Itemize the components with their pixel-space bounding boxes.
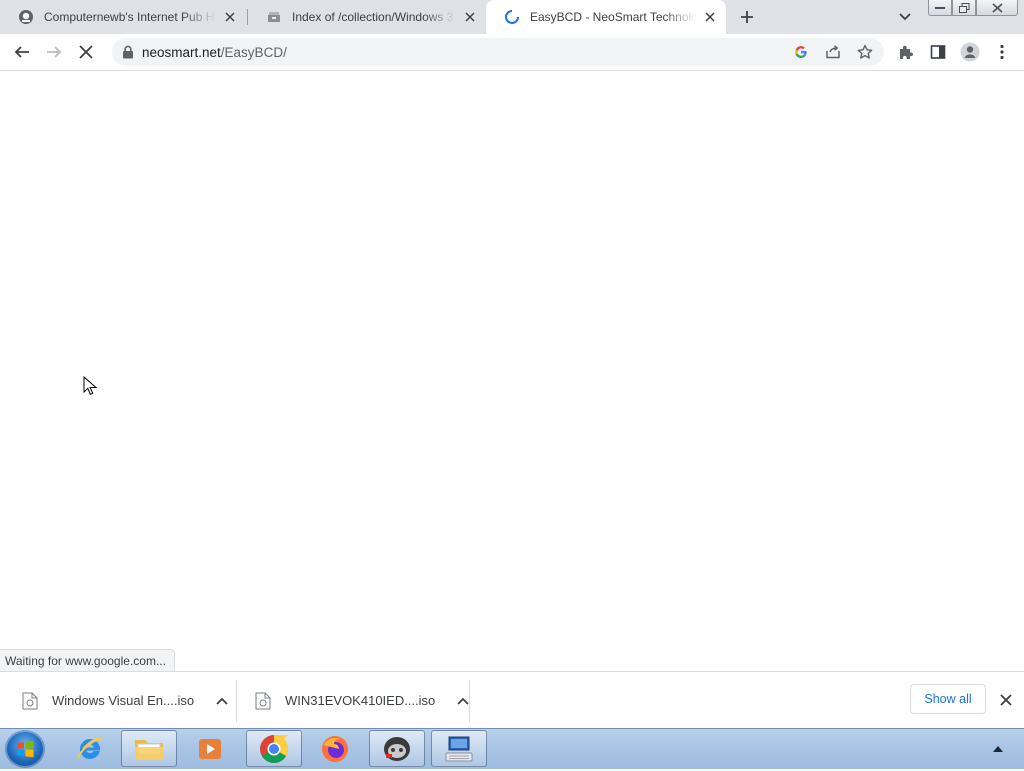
url-path: /EasyBCD/	[220, 45, 287, 60]
plus-icon	[741, 11, 753, 23]
profile-avatar-icon	[960, 42, 980, 62]
folder-icon	[135, 739, 163, 760]
tab-strip: Computernewb's Internet Pub Hub Index of…	[0, 0, 1024, 34]
taskbar-qemu-app[interactable]	[369, 730, 425, 767]
chrome-icon	[260, 734, 288, 763]
profile-button[interactable]	[958, 40, 982, 64]
download-item[interactable]: Windows Visual En....iso	[22, 672, 230, 729]
triangle-up-icon	[993, 746, 1003, 752]
close-icon	[991, 2, 1003, 13]
start-button[interactable]	[5, 730, 45, 768]
show-all-downloads-button[interactable]: Show all	[910, 684, 986, 714]
tab-title: EasyBCD - NeoSmart Technologies	[530, 10, 696, 24]
side-panel-button[interactable]	[926, 40, 950, 64]
windows-logo-icon	[17, 740, 34, 758]
mouse-pointer-icon	[83, 376, 97, 395]
status-bubble: Waiting for www.google.com...	[0, 649, 175, 672]
media-player-icon	[199, 738, 221, 759]
url-host: neosmart.net	[142, 45, 221, 60]
loading-spinner-icon	[504, 9, 520, 25]
pub-hub-favicon-icon	[18, 9, 34, 25]
taskbar-media-player[interactable]	[182, 730, 238, 767]
page-content	[0, 71, 1024, 671]
tab-title: Computernewb's Internet Pub Hub	[44, 10, 216, 24]
browser-toolbar: neosmart.net/EasyBCD/	[0, 34, 1024, 71]
taskbar	[0, 728, 1024, 769]
file-icon	[22, 692, 38, 709]
back-button[interactable]	[10, 40, 34, 64]
chrome-menu-button[interactable]	[990, 40, 1014, 64]
download-filename: WIN31EVOK410IED....iso	[285, 693, 436, 708]
extensions-button[interactable]	[894, 40, 918, 64]
close-tab-icon[interactable]	[702, 9, 718, 25]
download-separator	[469, 680, 470, 722]
download-shelf: Windows Visual En....iso WIN31EVOK410IED…	[0, 671, 1024, 729]
bookmark-star-icon[interactable]	[855, 42, 875, 62]
puzzle-piece-icon	[900, 45, 913, 59]
tab-pub-hub[interactable]: Computernewb's Internet Pub Hub	[0, 0, 246, 34]
url-text: neosmart.net/EasyBCD/	[142, 45, 287, 60]
minimize-icon	[935, 6, 945, 9]
taskbar-file-explorer[interactable]	[121, 730, 177, 767]
lock-icon[interactable]	[122, 45, 134, 59]
kebab-menu-icon	[1000, 44, 1004, 60]
google-lens-icon[interactable]	[791, 42, 811, 62]
close-shelf-button[interactable]	[997, 691, 1015, 709]
tab-search-button[interactable]	[894, 6, 916, 28]
firefox-icon	[322, 735, 348, 762]
side-panel-icon	[930, 45, 946, 59]
download-filename: Windows Visual En....iso	[52, 693, 195, 708]
show-hidden-icons-button[interactable]	[990, 741, 1006, 757]
window-close-button[interactable]	[976, 0, 1018, 16]
minimize-button[interactable]	[928, 0, 952, 16]
taskbar-firefox[interactable]	[307, 730, 363, 767]
download-item[interactable]: WIN31EVOK410IED....iso	[255, 672, 471, 729]
taskbar-internet-explorer[interactable]	[62, 730, 118, 767]
taskbar-chrome[interactable]	[246, 730, 302, 767]
close-tab-icon[interactable]	[462, 9, 478, 25]
close-tab-icon[interactable]	[222, 9, 238, 25]
archive-favicon-icon	[266, 9, 282, 25]
restore-icon	[958, 2, 969, 13]
internet-explorer-icon	[77, 737, 102, 759]
close-icon	[1000, 694, 1012, 706]
back-arrow-icon	[14, 46, 29, 58]
share-icon[interactable]	[823, 42, 843, 62]
chevron-down-icon	[899, 13, 911, 21]
taskbar-remote-keyboard-app[interactable]	[431, 730, 487, 767]
restore-button[interactable]	[952, 0, 976, 16]
keyboard-computer-icon	[445, 736, 473, 761]
qemu-app-icon	[384, 736, 410, 761]
forward-button[interactable]	[42, 40, 66, 64]
tab-windows-collection[interactable]: Index of /collection/Windows 3.1	[248, 0, 486, 34]
tab-easybcd[interactable]: EasyBCD - NeoSmart Technologies	[486, 0, 726, 34]
chevron-up-icon[interactable]	[214, 693, 230, 709]
stop-icon	[79, 45, 93, 59]
new-tab-button[interactable]	[736, 6, 758, 28]
stop-loading-button[interactable]	[74, 40, 98, 64]
address-bar[interactable]: neosmart.net/EasyBCD/	[112, 38, 884, 66]
forward-arrow-icon	[47, 46, 62, 58]
tab-title: Index of /collection/Windows 3.1	[292, 10, 456, 24]
file-icon	[255, 692, 271, 709]
download-separator	[236, 680, 237, 722]
